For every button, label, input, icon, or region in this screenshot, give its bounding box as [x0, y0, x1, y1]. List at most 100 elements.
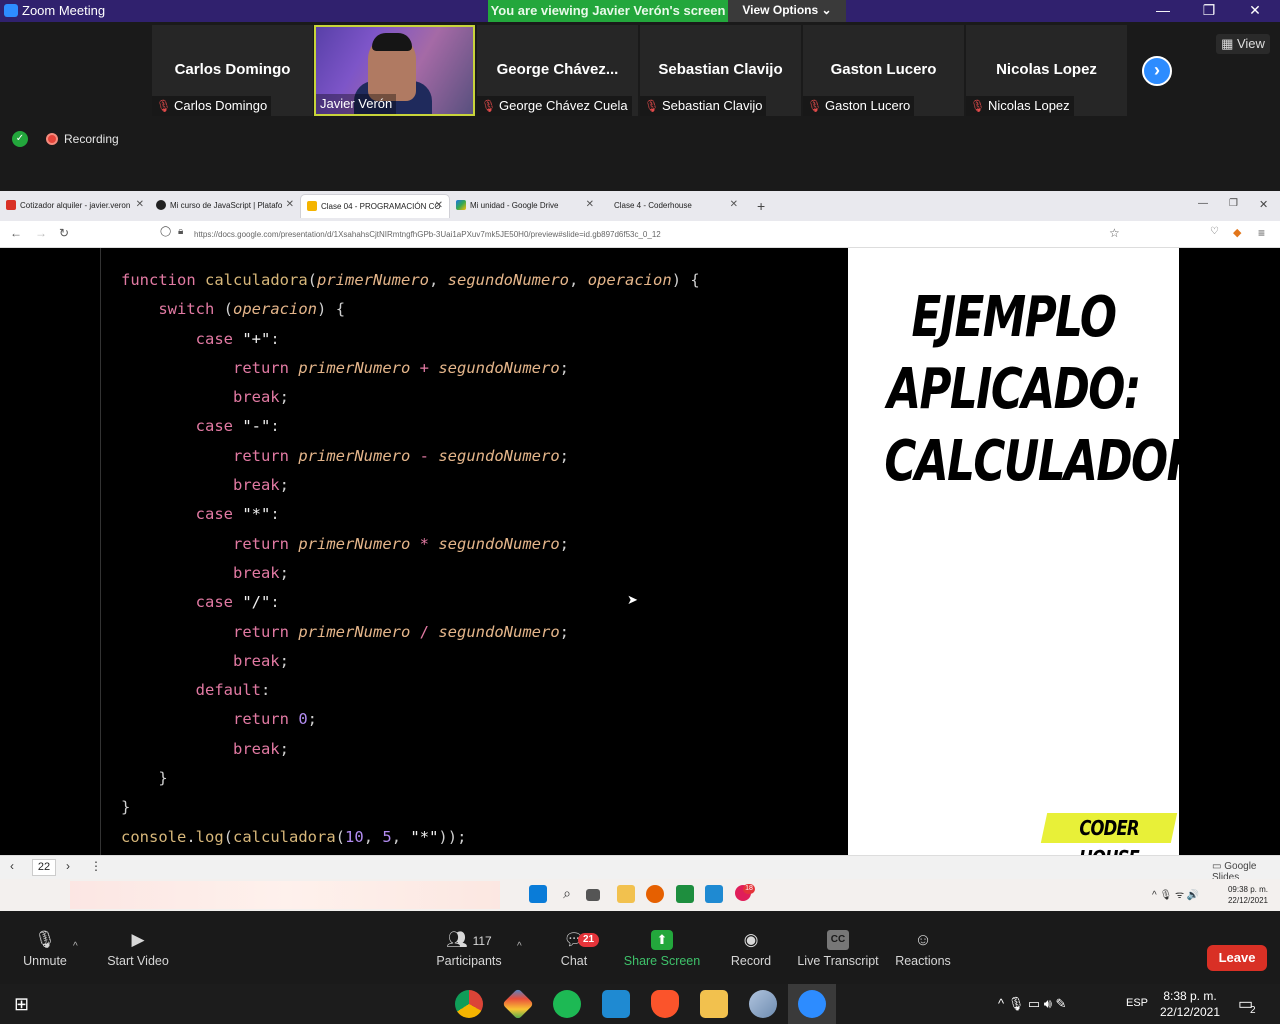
restore-icon[interactable]: ❐ [1186, 0, 1232, 22]
close-icon[interactable]: ✕ [1232, 0, 1278, 22]
tab-close-icon[interactable]: ✕ [435, 200, 443, 211]
shield-icon[interactable]: ◯ [160, 226, 171, 237]
encryption-shield-icon[interactable]: ✓ [12, 131, 28, 147]
code-token: ( [223, 827, 234, 846]
start-video-button[interactable]: ▶︎ Start Video [93, 930, 183, 968]
shared-clock: 09:38 p. m. 22/12/2021 [1220, 884, 1268, 906]
file-explorer-icon[interactable] [700, 990, 728, 1018]
tab-close-icon[interactable]: ✕ [730, 199, 738, 210]
code-token: primerNumero [298, 446, 411, 465]
participant-tile[interactable]: Sebastian Clavijo 🎙 Sebastian Clavijo [640, 25, 801, 116]
bookmark-star-icon[interactable]: ☆ [1109, 226, 1120, 240]
code-line: function calculadora(primerNumero, segun… [121, 266, 700, 295]
menu-icon[interactable]: ≡ [1258, 226, 1265, 240]
next-participants-arrow-icon[interactable]: › [1142, 56, 1172, 86]
participant-tile[interactable]: Gaston Lucero 🎙 Gaston Lucero [803, 25, 964, 116]
metamask-icon[interactable]: ◆ [1233, 226, 1241, 239]
live-transcript-button[interactable]: CC Live Transcript [793, 930, 883, 968]
slide-title-line: CALCULADORA [884, 429, 1232, 494]
code-token: segundoNumero [438, 358, 560, 377]
spotify-icon[interactable] [553, 990, 581, 1018]
browser-close-icon[interactable]: ✕ [1259, 198, 1268, 211]
slide-number-input[interactable]: 22 [32, 859, 56, 876]
tab-title: Clase 4 - Coderhouse [614, 201, 692, 210]
minimize-icon[interactable]: — [1140, 0, 1186, 22]
share-screen-icon: ⬆ [651, 930, 673, 950]
language-indicator[interactable]: ESP [1126, 997, 1148, 1009]
more-options-icon[interactable]: ⋮ [90, 859, 102, 873]
browser-tab[interactable]: Clase 4 - Coderhouse ✕ [594, 194, 744, 218]
tab-close-icon[interactable]: ✕ [136, 199, 144, 210]
code-token: return [232, 710, 289, 729]
code-token: break [232, 388, 280, 407]
url-input[interactable]: https://docs.google.com/presentation/d/1… [154, 225, 1129, 245]
browser-tab[interactable]: Cotizador alquiler - javier.veron ✕ [0, 194, 150, 218]
zoom-icon[interactable] [798, 990, 826, 1018]
code-token: segundoNumero [438, 622, 560, 641]
windows-start-icon[interactable]: ⊞ [14, 994, 29, 1015]
code-token: log [195, 827, 224, 846]
system-tray-icons[interactable]: ^ 🎙︎ ▭ 🔊︎ ✎ [998, 996, 1066, 1012]
chat-label: Chat [560, 954, 588, 968]
new-tab-icon[interactable]: + [757, 198, 765, 214]
browser-tab[interactable]: Mi curso de JavaScript | Platafo ✕ [150, 194, 300, 218]
participant-tile[interactable]: Carlos Domingo 🎙 Carlos Domingo [152, 25, 313, 116]
next-slide-icon[interactable]: › [66, 859, 70, 873]
code-token: case [195, 505, 233, 524]
view-options-button[interactable]: View Options ⌄ [728, 0, 846, 22]
chrome-icon[interactable] [455, 990, 483, 1018]
search-icon: ⌕ [563, 885, 571, 901]
code-token: ; [559, 358, 570, 377]
code-line: break; [121, 383, 700, 412]
code-token: )); [438, 827, 467, 846]
forward-icon[interactable]: → [35, 226, 47, 240]
pocket-icon[interactable]: ♡ [1210, 226, 1219, 237]
participants-button[interactable]: 👥︎ 117 Participants [424, 930, 514, 968]
code-line: break; [121, 647, 700, 676]
taskbar-clock[interactable]: 8:38 p. m. 22/12/2021 [1150, 988, 1230, 1020]
code-token: case [195, 417, 233, 436]
mic-muted-icon: 🎙︎ [34, 930, 56, 949]
zoom-logo-icon [4, 4, 18, 17]
code-line: case "-": [121, 412, 700, 441]
firefox-icon [646, 885, 664, 903]
tab-title: Mi curso de JavaScript | Platafo [170, 201, 283, 210]
tab-close-icon[interactable]: ✕ [286, 199, 294, 210]
participants-caret-icon[interactable]: ^ [517, 941, 522, 952]
participant-tile[interactable]: George Chávez... 🎙 George Chávez Cuela [477, 25, 638, 116]
view-layout-button[interactable]: ▦ View [1216, 34, 1270, 54]
brave-icon[interactable] [651, 990, 679, 1018]
code-line: default: [121, 676, 700, 705]
leave-button[interactable]: Leave [1207, 945, 1267, 971]
reactions-button[interactable]: ☺ Reactions [878, 930, 968, 968]
clock-date: 22/12/2021 [1159, 1005, 1221, 1019]
browser-tab[interactable]: Mi unidad - Google Drive ✕ [450, 194, 600, 218]
tab-close-icon[interactable]: ✕ [586, 199, 594, 210]
code-token: / [419, 622, 429, 641]
chat-button[interactable]: 💬︎ Chat [529, 930, 619, 968]
audio-options-caret-icon[interactable]: ^ [73, 941, 78, 952]
share-screen-button[interactable]: ⬆ Share Screen [617, 930, 707, 968]
reload-icon[interactable]: ↻ [59, 226, 69, 240]
browser-restore-icon[interactable]: ❐ [1229, 198, 1238, 209]
vscode-icon[interactable] [602, 990, 630, 1018]
view-options-label: View Options [742, 3, 819, 17]
code-line: } [121, 764, 700, 793]
paint-icon[interactable] [749, 990, 777, 1018]
back-icon[interactable]: ← [10, 226, 22, 240]
prev-slide-icon[interactable]: ‹ [10, 859, 14, 873]
code-token: "+" [242, 329, 271, 348]
task-view-icon [586, 889, 600, 901]
browser-tab-active[interactable]: Clase 04 - PROGRAMACIÓN CO ✕ [300, 194, 450, 218]
participant-video-tile[interactable]: Javier Verón [314, 25, 475, 116]
record-button[interactable]: ◉ Record [706, 930, 796, 968]
browser-minimize-icon[interactable]: — [1198, 198, 1208, 209]
participant-tile[interactable]: Nicolas Lopez 🎙 Nicolas Lopez [966, 25, 1127, 116]
